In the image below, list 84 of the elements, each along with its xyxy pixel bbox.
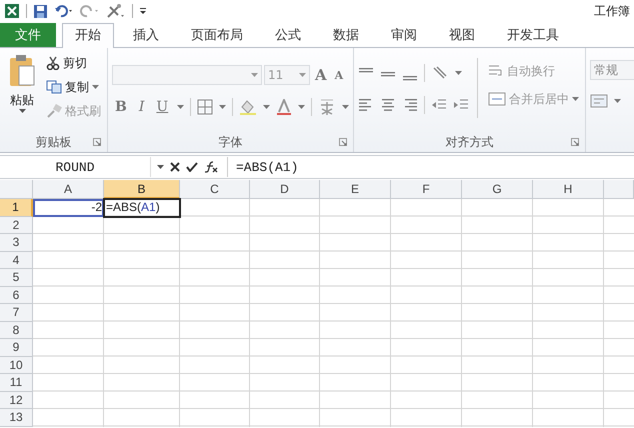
dropdown-caret-icon[interactable] <box>157 164 164 170</box>
number-format-icon[interactable] <box>590 93 608 109</box>
column-header[interactable]: F <box>391 180 462 199</box>
borders-icon[interactable] <box>197 99 214 115</box>
caret-icon <box>92 84 99 90</box>
underline-button[interactable]: U <box>153 99 172 115</box>
align-right-icon[interactable] <box>402 97 418 113</box>
ribbon-tab[interactable]: 插入 <box>120 23 172 47</box>
excel-logo-icon <box>4 3 20 19</box>
ribbon-tab[interactable]: 数据 <box>320 23 372 47</box>
row-header[interactable]: 4 <box>0 252 33 269</box>
group-label: 字体 <box>218 134 243 150</box>
row-header[interactable]: 8 <box>0 322 33 339</box>
clipboard-icon <box>8 54 36 88</box>
ribbon-tab[interactable]: 审阅 <box>378 23 430 47</box>
group-label: 对齐方式 <box>446 134 494 150</box>
scissors-icon <box>46 56 60 70</box>
row-header[interactable]: 13 <box>0 409 33 426</box>
merge-cells-icon <box>488 91 506 107</box>
ribbon-tab[interactable]: 页面布局 <box>178 23 256 47</box>
row-header[interactable]: 10 <box>0 356 33 374</box>
row-header[interactable]: 5 <box>0 269 33 286</box>
ribbon-tab[interactable]: 开始 <box>62 23 114 48</box>
shrink-font-button[interactable]: A <box>332 68 346 82</box>
row-header[interactable]: 12 <box>0 392 33 409</box>
row-header[interactable]: 9 <box>0 339 33 356</box>
italic-button[interactable]: I <box>136 99 148 115</box>
caret-icon <box>263 104 270 110</box>
ribbon-tab[interactable]: 开发工具 <box>494 23 572 47</box>
window-title: 工作簿 <box>594 2 630 20</box>
caret-icon <box>18 109 26 114</box>
enter-check-icon[interactable] <box>186 162 198 172</box>
row-header[interactable]: 7 <box>0 304 33 322</box>
caret-icon <box>177 104 184 110</box>
row-header[interactable]: 2 <box>0 216 33 234</box>
font-color-icon[interactable] <box>276 99 292 115</box>
bold-button[interactable]: B <box>112 99 130 115</box>
formula-field[interactable]: =ABS(A1) <box>227 157 634 177</box>
customize-caret-icon[interactable] <box>139 6 147 16</box>
column-header[interactable]: G <box>462 180 533 199</box>
column-header[interactable]: B <box>104 180 180 199</box>
column-header[interactable]: H <box>533 180 604 199</box>
insert-function-icon[interactable] <box>204 161 218 173</box>
row-header[interactable]: 3 <box>0 234 33 252</box>
brush-icon <box>46 104 62 118</box>
name-box[interactable]: ROUND <box>0 157 151 177</box>
caret-icon <box>299 72 306 78</box>
align-center-icon[interactable] <box>380 97 396 113</box>
paste-button[interactable]: 粘贴 <box>4 52 40 132</box>
font-name-field[interactable] <box>112 65 262 85</box>
cut-button[interactable]: 剪切 <box>44 52 103 74</box>
group-label: 剪贴板 <box>36 134 72 150</box>
table-cell[interactable]: -2 <box>33 199 104 216</box>
cancel-icon[interactable] <box>170 162 180 172</box>
save-icon[interactable] <box>33 4 48 18</box>
caret-icon <box>251 72 258 78</box>
column-header[interactable]: A <box>33 180 104 199</box>
fill-bucket-icon[interactable] <box>239 99 258 115</box>
dialog-launcher-icon[interactable] <box>93 138 101 146</box>
caret-icon <box>298 104 306 110</box>
tools-icon[interactable] <box>106 3 126 19</box>
row-header[interactable]: 11 <box>0 374 33 392</box>
dialog-launcher-icon[interactable] <box>339 138 348 146</box>
column-header[interactable]: E <box>320 180 391 199</box>
row-header[interactable]: 1 <box>0 199 33 216</box>
orientation-icon[interactable] <box>431 65 450 81</box>
caret-icon <box>342 104 350 110</box>
file-tab[interactable]: 文件 <box>0 23 56 47</box>
ribbon-tab[interactable]: 公式 <box>262 23 314 47</box>
copy-icon <box>46 80 62 94</box>
grow-font-button[interactable]: A <box>312 66 330 84</box>
undo-icon[interactable] <box>54 4 74 18</box>
caret-icon <box>219 104 226 110</box>
copy-button[interactable]: 复制 <box>44 76 103 98</box>
row-header[interactable]: 6 <box>0 286 33 304</box>
redo-icon[interactable] <box>80 4 100 18</box>
column-header[interactable]: D <box>250 180 320 199</box>
caret-icon <box>455 70 462 76</box>
dialog-launcher-icon[interactable] <box>571 138 580 146</box>
caret-icon <box>614 98 622 104</box>
column-header[interactable]: C <box>180 180 250 199</box>
table-cell[interactable]: =ABS(A1) <box>104 199 180 216</box>
caret-icon <box>572 96 580 102</box>
ribbon-tab[interactable]: 视图 <box>436 23 488 47</box>
